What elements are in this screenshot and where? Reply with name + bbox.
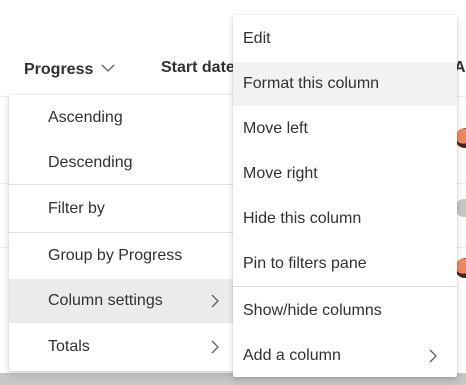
- menu-item-filter-by[interactable]: Filter by: [9, 188, 239, 230]
- menu-item-group-by[interactable]: Group by Progress: [9, 235, 239, 277]
- menu-item-edit[interactable]: Edit: [233, 18, 457, 60]
- menu-divider: [9, 232, 239, 233]
- menu-item-label: Pin to filters pane: [243, 255, 367, 272]
- menu-item-column-settings[interactable]: Column settings: [9, 279, 239, 323]
- menu-item-label: Totals: [48, 338, 90, 355]
- menu-item-ascending[interactable]: Ascending: [9, 97, 239, 139]
- menu-item-move-left[interactable]: Move left: [233, 108, 457, 150]
- column-settings-submenu: Edit Format this column Move left Move r…: [233, 15, 457, 377]
- column-context-menu: Ascending Descending Filter by Group by …: [9, 95, 239, 371]
- menu-divider: [9, 184, 239, 185]
- menu-item-label: Column settings: [48, 292, 163, 309]
- chevron-right-icon: [429, 349, 437, 363]
- menu-divider: [233, 286, 457, 287]
- menu-item-label: Move right: [243, 165, 318, 182]
- menu-item-add-column[interactable]: Add a column: [233, 335, 457, 377]
- menu-item-show-hide-columns[interactable]: Show/hide columns: [233, 290, 457, 332]
- menu-item-label: Hide this column: [243, 210, 362, 227]
- chevron-right-icon: [211, 340, 219, 354]
- menu-item-label: Show/hide columns: [243, 302, 382, 319]
- chevron-down-icon: [101, 59, 115, 77]
- menu-item-label: Descending: [48, 154, 133, 171]
- chevron-right-icon: [211, 294, 219, 308]
- menu-item-label: Filter by: [48, 200, 105, 217]
- menu-item-pin-to-filters[interactable]: Pin to filters pane: [233, 243, 457, 285]
- menu-item-format-column[interactable]: Format this column: [233, 62, 457, 106]
- column-header-progress[interactable]: Progress: [24, 59, 115, 79]
- menu-item-descending[interactable]: Descending: [9, 142, 239, 184]
- menu-item-move-right[interactable]: Move right: [233, 153, 457, 195]
- menu-item-totals[interactable]: Totals: [9, 326, 239, 368]
- column-header-label: Progress: [24, 61, 94, 78]
- column-header-start-date[interactable]: Start date: [161, 59, 235, 77]
- menu-item-label: Format this column: [243, 75, 380, 92]
- menu-item-label: Group by Progress: [48, 247, 183, 264]
- column-header-label: Start date: [161, 59, 235, 76]
- menu-item-label: Add a column: [243, 347, 341, 364]
- menu-item-hide-column[interactable]: Hide this column: [233, 198, 457, 240]
- menu-item-label: Edit: [243, 30, 271, 47]
- menu-item-label: Ascending: [48, 109, 123, 126]
- menu-item-label: Move left: [243, 120, 308, 137]
